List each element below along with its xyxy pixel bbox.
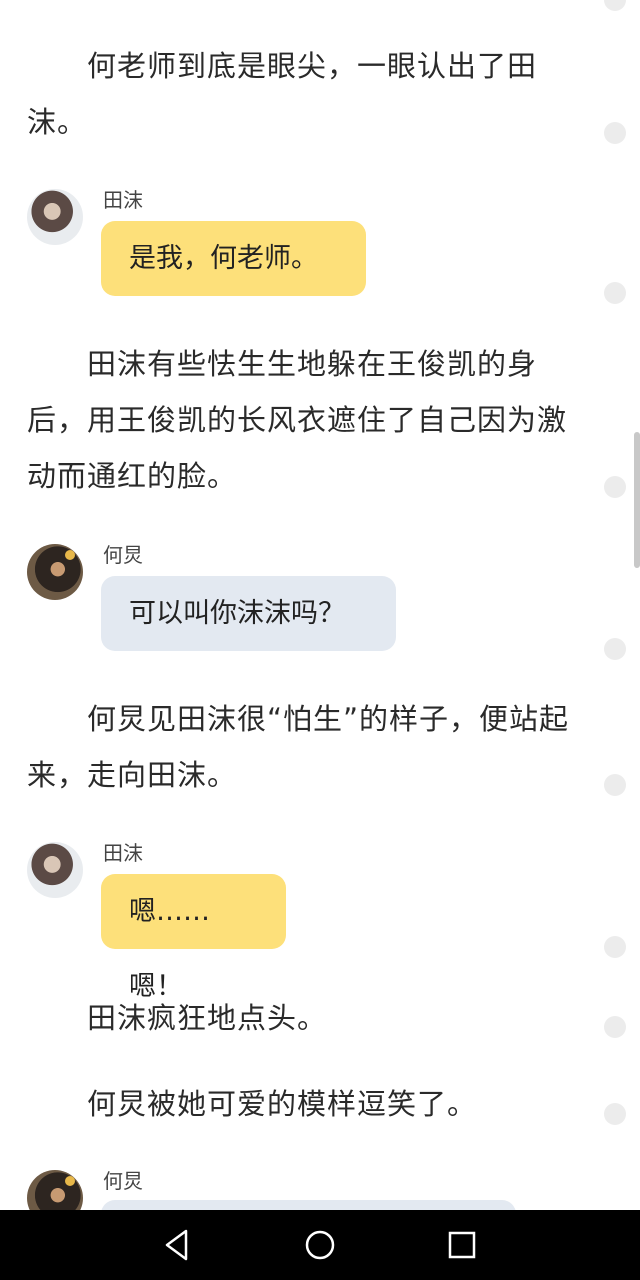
paragraph-comment-dot[interactable] — [604, 476, 626, 498]
home-circle-icon[interactable] — [298, 1223, 342, 1267]
speaker-name: 田沫 — [103, 841, 143, 865]
paragraph: 田沫疯狂地点头。 — [87, 1001, 328, 1035]
paragraph-comment-dot[interactable] — [604, 122, 626, 144]
story-content[interactable]: 何老师到底是眼尖，一眼认出了田沫。 田沫 是我，何老师。 田沫有些怯生生地躲在王… — [0, 0, 640, 1210]
paragraph: 何炅被她可爱的模样逗笑了。 — [87, 1087, 478, 1121]
chat-bubble: 是我，何老师。 — [101, 221, 366, 296]
paragraph-comment-dot[interactable] — [604, 936, 626, 958]
chat-bubble: 嗯……嗯！ — [101, 874, 286, 1002]
avatar[interactable] — [27, 544, 83, 600]
scrollbar-thumb[interactable] — [634, 432, 640, 568]
paragraph: 田沫有些怯生生地躲在王俊凯的身后，用王俊凯的长风衣遮住了自己因为激动而通红的脸。 — [27, 347, 568, 493]
paragraph: 何炅见田沫很“怕生”的样子，便站起来，走向田沫。 — [27, 702, 570, 792]
paragraph-comment-dot[interactable] — [604, 1103, 626, 1125]
avatar[interactable] — [27, 1170, 83, 1210]
speaker-name: 田沫 — [103, 188, 143, 212]
system-navigation-bar — [0, 1210, 640, 1280]
speaker-name: 何炅 — [103, 1169, 143, 1193]
recent-square-icon[interactable] — [440, 1223, 484, 1267]
paragraph-comment-dot[interactable] — [604, 282, 626, 304]
paragraph-comment-dot[interactable] — [604, 1016, 626, 1038]
chat-bubble — [101, 1200, 516, 1210]
back-triangle-icon[interactable] — [156, 1223, 200, 1267]
avatar[interactable] — [27, 189, 83, 245]
chat-bubble: 可以叫你沫沫吗？ — [101, 576, 396, 651]
paragraph-comment-dot[interactable] — [604, 774, 626, 796]
paragraph-comment-dot[interactable] — [604, 638, 626, 660]
paragraph-comment-dot[interactable] — [604, 0, 626, 11]
speaker-name: 何炅 — [103, 543, 143, 567]
avatar[interactable] — [27, 842, 83, 898]
paragraph: 何老师到底是眼尖，一眼认出了田沫。 — [27, 49, 538, 139]
